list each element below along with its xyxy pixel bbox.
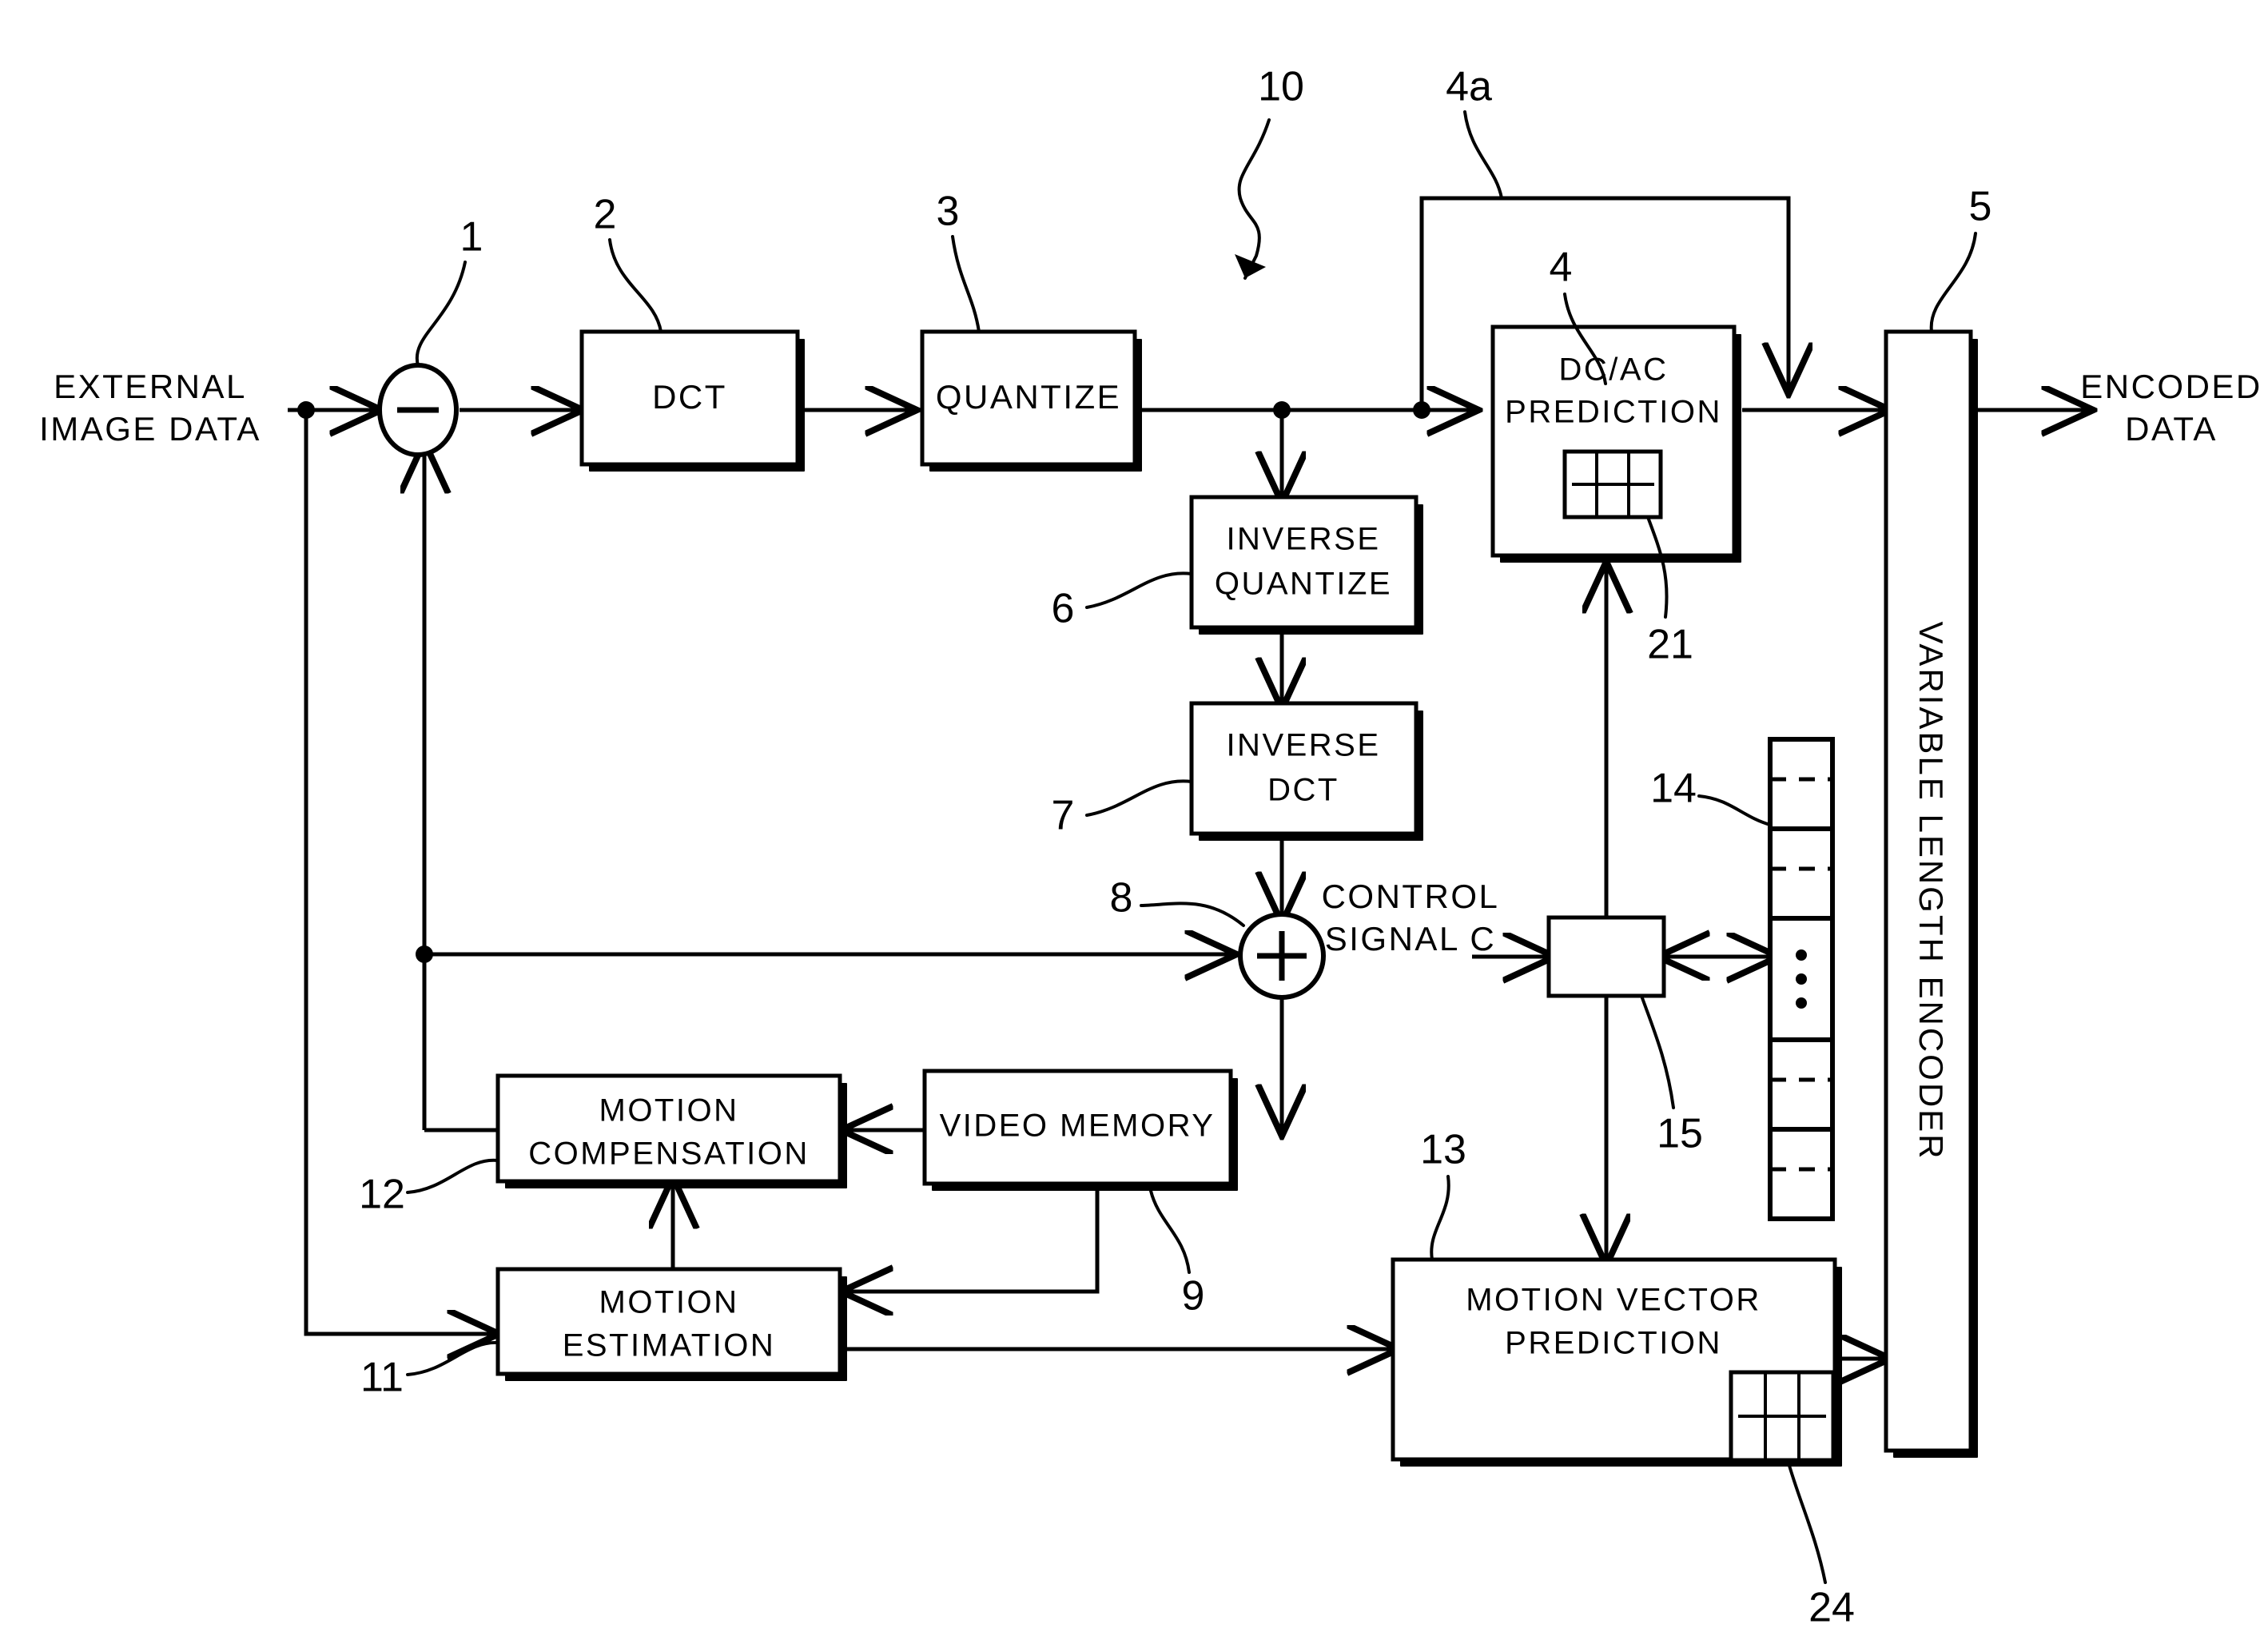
memory-array-icon-14 [1768,737,1835,1221]
ref-3: 3 [937,189,960,235]
block-mvp-label-2: PREDICTION [1505,1326,1722,1361]
input-label-line1: EXTERNAL [54,368,247,405]
block-mcomp-label-2: COMPENSATION [528,1136,810,1172]
input-label-line2: IMAGE DATA [39,410,261,448]
block-control-unit [1546,915,1666,998]
ref-4a: 4a [1446,64,1492,110]
system-ref-arrow-10 [1235,118,1271,280]
block-mest-label-1: MOTION [599,1285,739,1320]
ref-8: 8 [1110,875,1133,921]
ref-9: 9 [1182,1273,1205,1320]
control-label-line1: CONTROL [1322,878,1500,915]
block-idct-label-1: INVERSE [1226,728,1380,763]
ref-15: 15 [1657,1111,1703,1157]
ref-4: 4 [1550,245,1573,291]
ref-21: 21 [1647,622,1693,668]
ref-11: 11 [360,1355,404,1401]
adder-node [1140,902,1326,1000]
ref-6: 6 [1052,586,1075,632]
ref-7: 7 [1052,793,1075,839]
block-vmem-label: VIDEO MEMORY [940,1109,1216,1144]
macroblock-grid-icon-21 [1562,449,1663,519]
block-dcac-label-1: DC/AC [1559,352,1669,388]
ref-5: 5 [1969,184,1992,230]
ref-14: 14 [1650,766,1697,812]
block-quantize-label: QUANTIZE [936,378,1121,416]
block-dct-label: DCT [652,378,727,416]
ref-10: 10 [1258,64,1304,110]
ref-24: 24 [1808,1585,1855,1631]
block-vlc-label: VARIABLE LENGTH ENCODER [1912,621,1950,1160]
block-iquant-label-2: QUANTIZE [1215,567,1392,602]
ref-1: 1 [460,214,483,261]
subtractor-node [377,261,467,457]
block-mvp-label-1: MOTION VECTOR [1466,1283,1761,1318]
block-idct-label-2: DCT [1267,773,1339,808]
block-diagram-svg: 1 8 DCT 2 QUANTIZE 3 DC/AC PREDICTION 21… [39,64,2262,1631]
output-label-line2: DATA [2125,410,2218,448]
patent-figure-canvas: 1 8 DCT 2 QUANTIZE 3 DC/AC PREDICTION 21… [0,0,2268,1632]
block-dcac-label-2: PREDICTION [1505,395,1722,430]
block-mcomp-label-1: MOTION [599,1093,739,1128]
block-iquant-label-1: INVERSE [1226,522,1380,557]
control-label-line2: SIGNAL C [1325,920,1497,957]
output-label-line1: ENCODED [2080,368,2262,405]
block-mest-label-2: ESTIMATION [563,1328,775,1363]
macroblock-grid-icon-24 [1729,1370,1836,1463]
ref-2: 2 [594,192,617,238]
ref-12: 12 [359,1172,405,1218]
ref-13: 13 [1420,1127,1466,1173]
